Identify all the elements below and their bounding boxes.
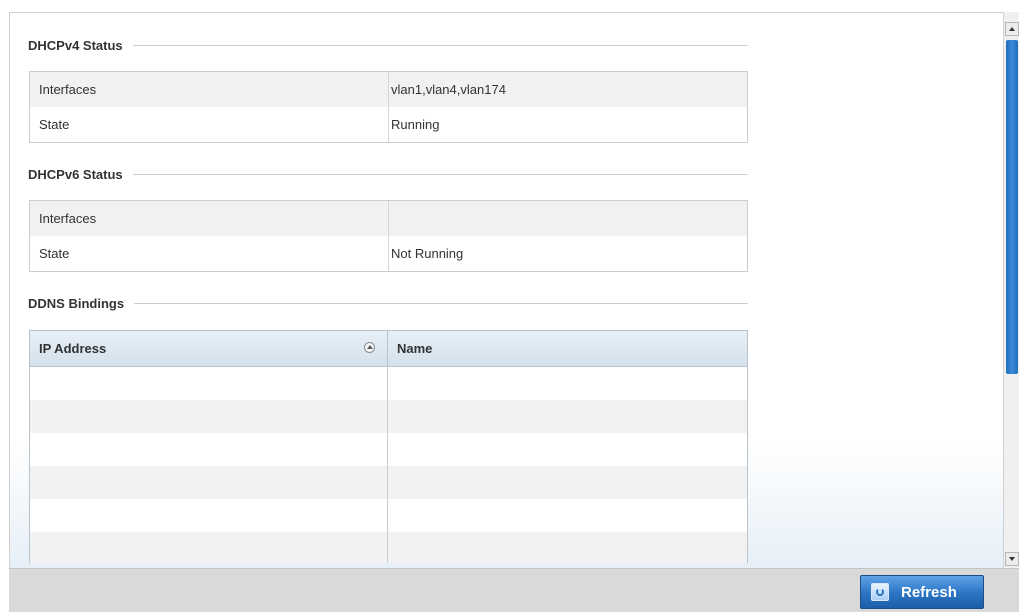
section-divider xyxy=(134,302,748,304)
arrow-down-icon xyxy=(1009,557,1015,561)
section-divider xyxy=(132,173,748,175)
name-header-label: Name xyxy=(397,341,433,356)
dhcpv4-table: Interfaces vlan1,vlan4,vlan174 State Run… xyxy=(29,71,748,143)
table-cell xyxy=(388,433,747,466)
table-cell xyxy=(388,532,747,563)
ddns-table-body xyxy=(30,367,747,563)
dhcpv4-title: DHCPv4 Status xyxy=(28,37,123,53)
section-divider xyxy=(132,44,748,46)
table-cell xyxy=(30,466,388,499)
refresh-icon xyxy=(871,583,889,601)
scroll-down-button[interactable] xyxy=(1005,552,1019,566)
column-divider xyxy=(388,201,389,271)
name-column-header[interactable]: Name xyxy=(388,341,747,356)
table-row xyxy=(30,400,747,433)
table-cell xyxy=(30,433,388,466)
table-cell xyxy=(30,367,388,400)
table-cell xyxy=(30,400,388,433)
column-divider xyxy=(388,72,389,142)
refresh-button-label: Refresh xyxy=(901,583,957,601)
dhcpv6-section-header: DHCPv6 Status xyxy=(28,164,748,184)
content-panel: DHCPv4 Status Interfaces vlan1,vlan4,vla… xyxy=(9,12,1004,569)
table-cell xyxy=(30,532,388,563)
table-row xyxy=(30,433,747,466)
vertical-scrollbar[interactable] xyxy=(1003,12,1019,568)
table-cell xyxy=(388,499,747,532)
table-cell xyxy=(30,499,388,532)
scroll-up-button[interactable] xyxy=(1005,22,1019,36)
ip-address-column-header[interactable]: IP Address xyxy=(30,331,388,366)
ddns-section-header: DDNS Bindings xyxy=(28,293,748,313)
dhcpv4-state-label: State xyxy=(39,117,70,132)
table-row xyxy=(30,466,747,499)
dhcpv4-interfaces-label: Interfaces xyxy=(39,82,97,97)
ddns-table-header: IP Address Name xyxy=(30,331,747,367)
ip-address-header-label: IP Address xyxy=(39,341,107,356)
arrow-up-icon xyxy=(1009,27,1015,31)
dhcpv6-title: DHCPv6 Status xyxy=(28,166,123,182)
table-cell xyxy=(388,466,747,499)
dhcpv4-state-value: Running xyxy=(391,117,440,132)
ddns-title: DDNS Bindings xyxy=(28,295,125,311)
scrollbar-thumb[interactable] xyxy=(1006,40,1018,374)
footer-bar: Refresh xyxy=(9,568,1019,612)
table-cell xyxy=(388,367,747,400)
dhcpv4-section-header: DHCPv4 Status xyxy=(28,35,748,55)
dhcpv6-state-label: State xyxy=(39,246,70,261)
dhcpv6-state-value: Not Running xyxy=(391,246,464,261)
table-row xyxy=(30,499,747,532)
dhcp-status-window: DHCPv4 Status Interfaces vlan1,vlan4,vla… xyxy=(0,0,1019,612)
dhcpv4-interfaces-value: vlan1,vlan4,vlan174 xyxy=(391,82,506,97)
table-row xyxy=(30,367,747,400)
ddns-bindings-table: IP Address Name xyxy=(29,330,748,563)
table-row xyxy=(30,532,747,563)
dhcpv6-interfaces-label: Interfaces xyxy=(39,211,97,226)
table-cell xyxy=(388,400,747,433)
sort-ascending-icon[interactable] xyxy=(364,342,375,353)
refresh-button[interactable]: Refresh xyxy=(860,575,984,609)
dhcpv6-table: Interfaces State Not Running xyxy=(29,200,748,272)
